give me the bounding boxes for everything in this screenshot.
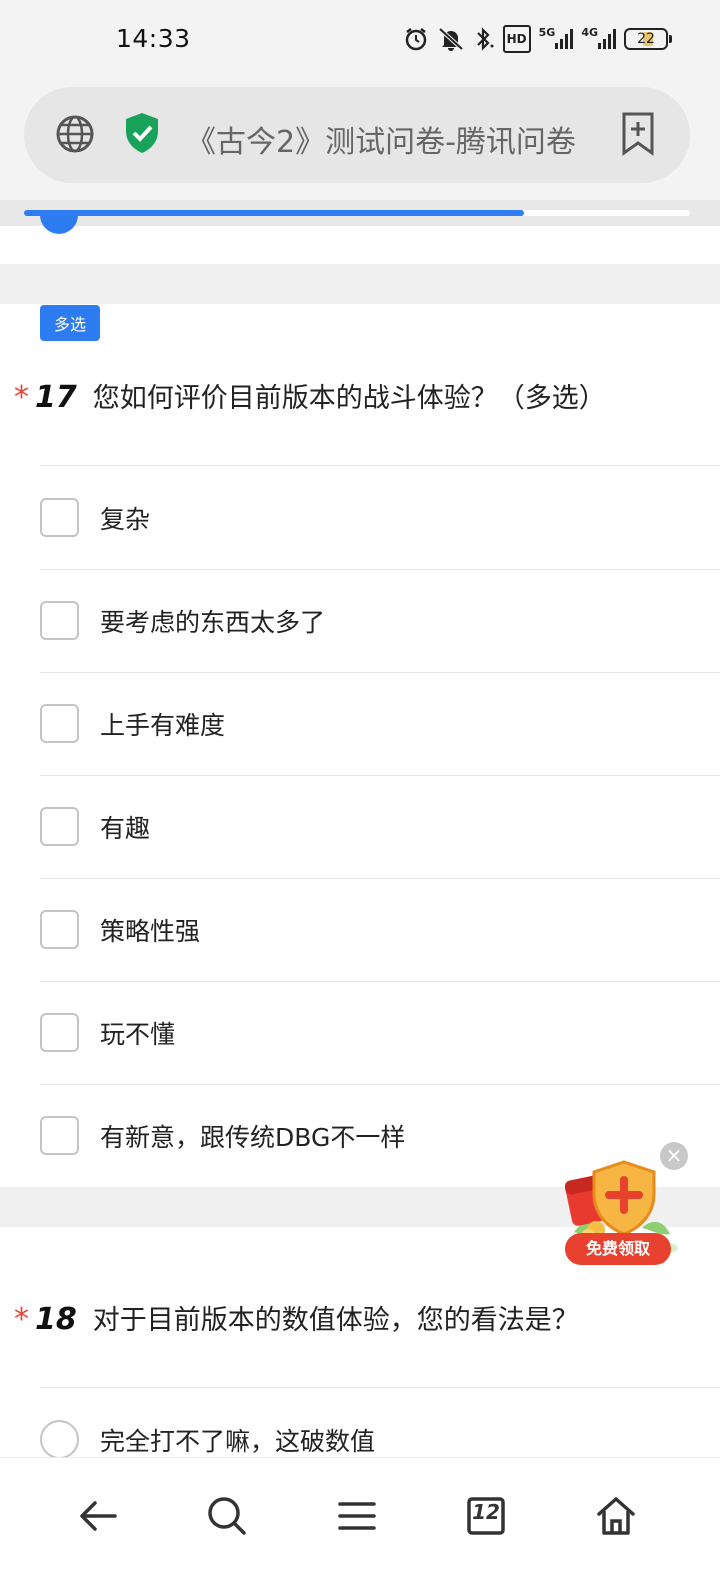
option-label[interactable]: 有新意，跟传统DBG不一样: [100, 1118, 405, 1154]
address-bar[interactable]: 《古今2》测试问卷-腾讯问卷: [24, 87, 690, 183]
search-icon[interactable]: [199, 1488, 255, 1544]
status-icons: HD 5G 4G 22: [403, 24, 672, 54]
question-text: 您如何评价目前版本的战斗体验？（多选）: [92, 383, 606, 414]
promo-label[interactable]: 免费领取: [565, 1233, 671, 1265]
hd-voice-icon: HD: [502, 25, 531, 53]
status-time: 14:33: [116, 24, 191, 53]
question-17-title: * 17 您如何评价目前版本的战斗体验？（多选）: [14, 376, 606, 415]
battery-icon: 22: [624, 28, 672, 50]
question-number: 18: [35, 1302, 77, 1337]
close-icon[interactable]: ×: [660, 1142, 688, 1170]
checkbox-option[interactable]: 玩不懂: [40, 981, 720, 1084]
globe-icon[interactable]: [54, 113, 96, 159]
battery-level: 22: [637, 31, 655, 47]
checkbox-option[interactable]: 策略性强: [40, 878, 720, 981]
multi-select-tag: 多选: [40, 305, 101, 341]
checkbox[interactable]: [40, 910, 79, 949]
4g-signal-icon: 4G: [581, 25, 616, 53]
checkbox[interactable]: [40, 704, 79, 743]
required-mark: *: [14, 1302, 29, 1337]
option-label[interactable]: 有趣: [100, 809, 150, 845]
progress-fill: [24, 210, 524, 216]
mute-icon: [437, 25, 465, 53]
checkbox[interactable]: [40, 807, 79, 846]
bluetooth-icon: [473, 25, 495, 53]
checkbox-option[interactable]: 有趣: [40, 775, 720, 878]
question-number: 17: [35, 380, 77, 415]
checkbox-option[interactable]: 复杂: [40, 466, 720, 569]
bottom-navigation: 12: [0, 1457, 720, 1584]
required-mark: *: [14, 380, 29, 415]
browser-toolbar: 《古今2》测试问卷-腾讯问卷: [0, 80, 720, 200]
alarm-icon: [403, 25, 429, 53]
checkbox-option[interactable]: 要考虑的东西太多了: [40, 569, 720, 672]
section-separator: [0, 264, 720, 304]
question-18-title: * 18 对于目前版本的数值体验，您的看法是？: [14, 1298, 579, 1337]
tabs-icon[interactable]: 12: [458, 1488, 514, 1544]
page-title[interactable]: 《古今2》测试问卷-腾讯问卷: [186, 117, 626, 161]
option-label[interactable]: 上手有难度: [100, 706, 225, 742]
option-label[interactable]: 完全打不了嘛，这破数值: [100, 1422, 375, 1458]
progress-bar: [24, 210, 690, 216]
option-label[interactable]: 要考虑的东西太多了: [100, 603, 325, 639]
shield-check-icon[interactable]: [122, 111, 162, 159]
checkbox[interactable]: [40, 1116, 79, 1155]
checkbox[interactable]: [40, 498, 79, 537]
bookmark-add-icon[interactable]: [620, 111, 656, 161]
radio-button[interactable]: [40, 1420, 79, 1459]
checkbox[interactable]: [40, 601, 79, 640]
tab-count: 12: [472, 1500, 500, 1524]
question-text: 对于目前版本的数值体验，您的看法是？: [92, 1305, 579, 1336]
home-icon[interactable]: [588, 1488, 644, 1544]
option-label[interactable]: 复杂: [100, 500, 150, 536]
selected-radio-partial[interactable]: [40, 210, 78, 234]
4g-label: 4G: [581, 26, 598, 39]
option-label[interactable]: 玩不懂: [100, 1015, 175, 1051]
checkbox[interactable]: [40, 1013, 79, 1052]
checkbox-option[interactable]: 上手有难度: [40, 672, 720, 775]
menu-icon[interactable]: [329, 1488, 385, 1544]
back-arrow-icon[interactable]: [70, 1488, 126, 1544]
5g-signal-icon: 5G: [539, 25, 574, 53]
5g-label: 5G: [538, 26, 556, 39]
option-label[interactable]: 策略性强: [100, 912, 200, 948]
status-bar: 14:33 HD 5G 4G 22: [0, 0, 720, 80]
